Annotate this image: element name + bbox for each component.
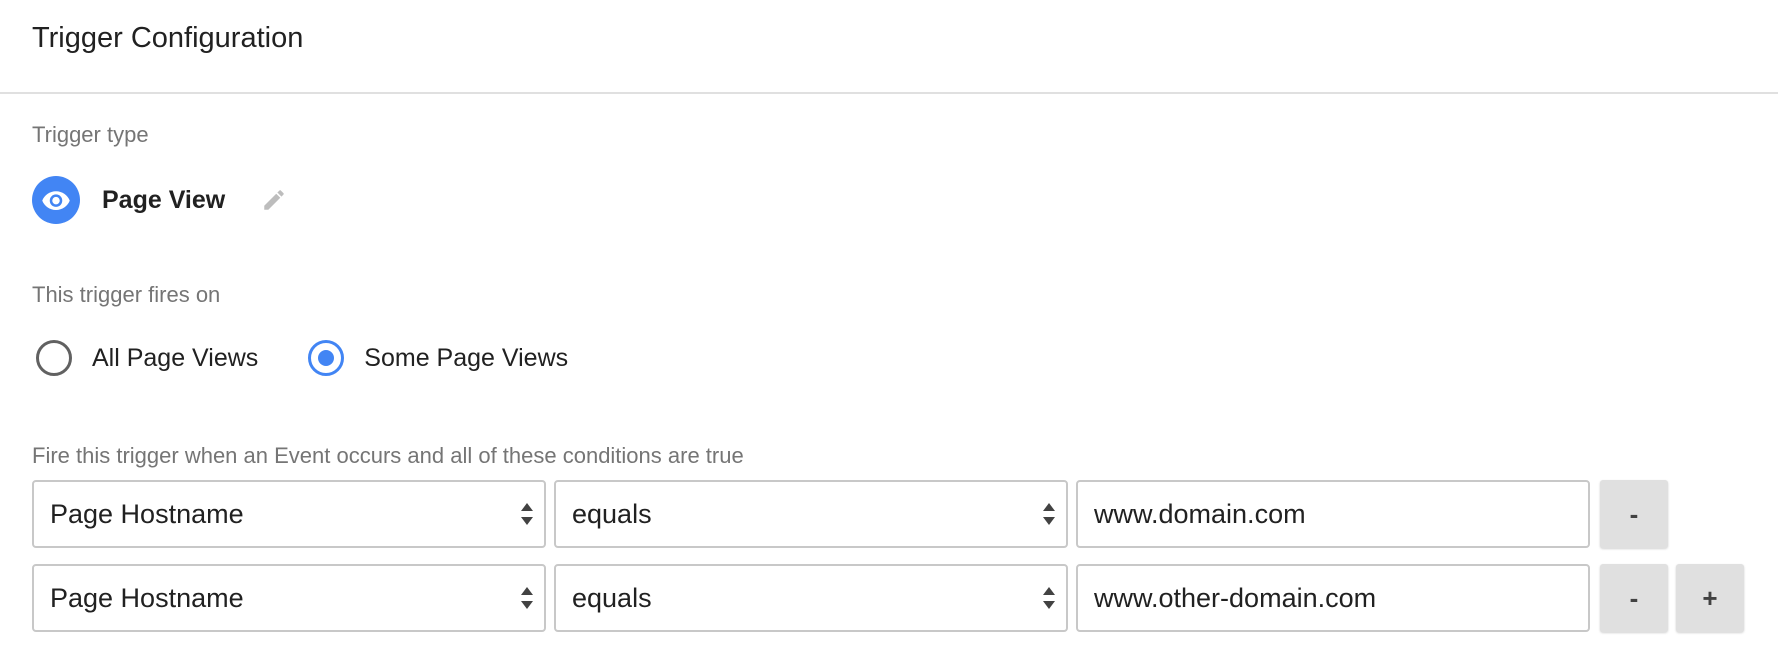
edit-pencil-icon[interactable] (259, 185, 289, 215)
radio-button-unchecked[interactable] (36, 340, 72, 376)
variable-select[interactable]: Page Hostname (32, 480, 546, 548)
operator-select[interactable]: equals (554, 564, 1068, 632)
trigger-type-row[interactable]: Page View (32, 176, 289, 224)
operator-select[interactable]: equals (554, 480, 1068, 548)
trigger-type-name: Page View (102, 185, 226, 214)
select-arrows-icon (521, 503, 533, 525)
radio-button-checked[interactable] (308, 340, 345, 376)
conditions-label: Fire this trigger when an Event occurs a… (32, 443, 744, 468)
variable-select[interactable]: Page Hostname (32, 564, 546, 632)
value-input[interactable]: www.domain.com (1076, 480, 1590, 548)
operator-select-value: equals (572, 582, 652, 613)
variable-select-value: Page Hostname (50, 582, 244, 613)
remove-condition-button[interactable]: - (1600, 480, 1668, 548)
trigger-type-label: Trigger type (32, 122, 149, 147)
eye-icon (32, 176, 80, 224)
radio-label: Some Page Views (364, 343, 569, 372)
select-arrows-icon (1043, 587, 1055, 609)
variable-select-value: Page Hostname (50, 498, 244, 529)
fires-on-radio-group: All Page Views Some Page Views (36, 336, 568, 380)
select-arrows-icon (1043, 503, 1055, 525)
value-input[interactable]: www.other-domain.com (1076, 564, 1590, 632)
remove-condition-button[interactable]: - (1600, 564, 1668, 632)
radio-all-page-views[interactable]: All Page Views (36, 340, 258, 376)
value-input-text: www.domain.com (1094, 498, 1306, 529)
value-input-text: www.other-domain.com (1094, 582, 1377, 613)
page-title: Trigger Configuration (32, 22, 304, 54)
fires-on-label: This trigger fires on (32, 282, 221, 307)
header: Trigger Configuration (0, 0, 1778, 94)
select-arrows-icon (521, 587, 533, 609)
add-condition-button[interactable]: + (1676, 564, 1744, 632)
radio-some-page-views[interactable]: Some Page Views (308, 340, 568, 376)
radio-label: All Page Views (92, 343, 259, 372)
operator-select-value: equals (572, 498, 652, 529)
